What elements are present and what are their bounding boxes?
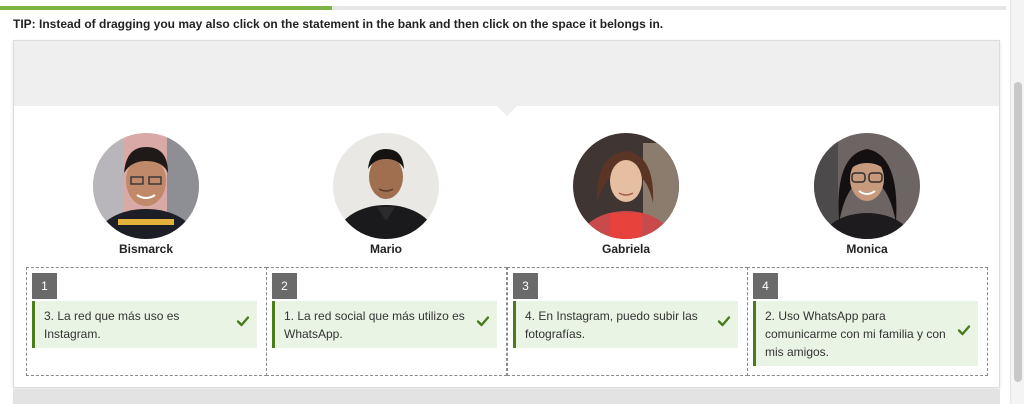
- person-card-gabriela: Gabriela: [526, 133, 726, 256]
- statement-bank[interactable]: [14, 41, 999, 106]
- person-card-mario: Mario: [286, 133, 486, 256]
- zone-number: 1: [32, 273, 57, 299]
- placed-statement[interactable]: 2. Uso WhatsApp para comunicarme con mi …: [753, 301, 978, 366]
- statement-text: 4. En Instagram, puedo subir las fotogra…: [525, 309, 698, 341]
- scrollbar-thumb[interactable]: [1014, 82, 1022, 382]
- panel-footer-bar: [13, 389, 1000, 404]
- avatar: [814, 133, 920, 239]
- statement-text: 2. Uso WhatsApp para comunicarme con mi …: [765, 309, 946, 359]
- avatar: [333, 133, 439, 239]
- statement-text: 1. La red social que más utilizo es What…: [284, 309, 465, 341]
- correct-check-icon: [236, 316, 250, 327]
- tip-text: TIP: Instead of dragging you may also cl…: [13, 17, 664, 31]
- drop-zone-2[interactable]: 2 1. La red social que más utilizo es Wh…: [266, 267, 507, 376]
- correct-check-icon: [476, 316, 490, 327]
- avatar: [93, 133, 199, 239]
- drag-drop-panel: Bismarck Mario Gabriela Monica 1 3. La r…: [13, 40, 1000, 388]
- placed-statement[interactable]: 4. En Instagram, puedo subir las fotogra…: [513, 301, 738, 348]
- drop-zone-1[interactable]: 1 3. La red que más uso es Instagram.: [26, 267, 267, 376]
- person-name: Monica: [846, 242, 888, 256]
- statement-text: 3. La red que más uso es Instagram.: [44, 309, 180, 341]
- drop-zone-3[interactable]: 3 4. En Instagram, puedo subir las fotog…: [507, 267, 748, 376]
- bank-pointer-arrow: [496, 105, 518, 116]
- person-card-bismarck: Bismarck: [46, 133, 246, 256]
- person-name: Mario: [369, 242, 402, 256]
- page-scrollbar[interactable]: [1010, 0, 1024, 404]
- progress-bar-fill: [0, 6, 332, 10]
- zone-number: 2: [272, 273, 297, 299]
- progress-bar: [0, 6, 1006, 10]
- person-name: Bismarck: [118, 242, 174, 256]
- placed-statement[interactable]: 1. La red social que más utilizo es What…: [272, 301, 497, 348]
- person-card-monica: Monica: [767, 133, 967, 256]
- correct-check-icon: [957, 325, 971, 336]
- zone-number: 3: [513, 273, 538, 299]
- avatar: [573, 133, 679, 239]
- drop-zone-4[interactable]: 4 2. Uso WhatsApp para comunicarme con m…: [747, 267, 988, 376]
- person-name: Gabriela: [601, 242, 651, 256]
- placed-statement[interactable]: 3. La red que más uso es Instagram.: [32, 301, 257, 348]
- correct-check-icon: [717, 316, 731, 327]
- zone-number: 4: [753, 273, 778, 299]
